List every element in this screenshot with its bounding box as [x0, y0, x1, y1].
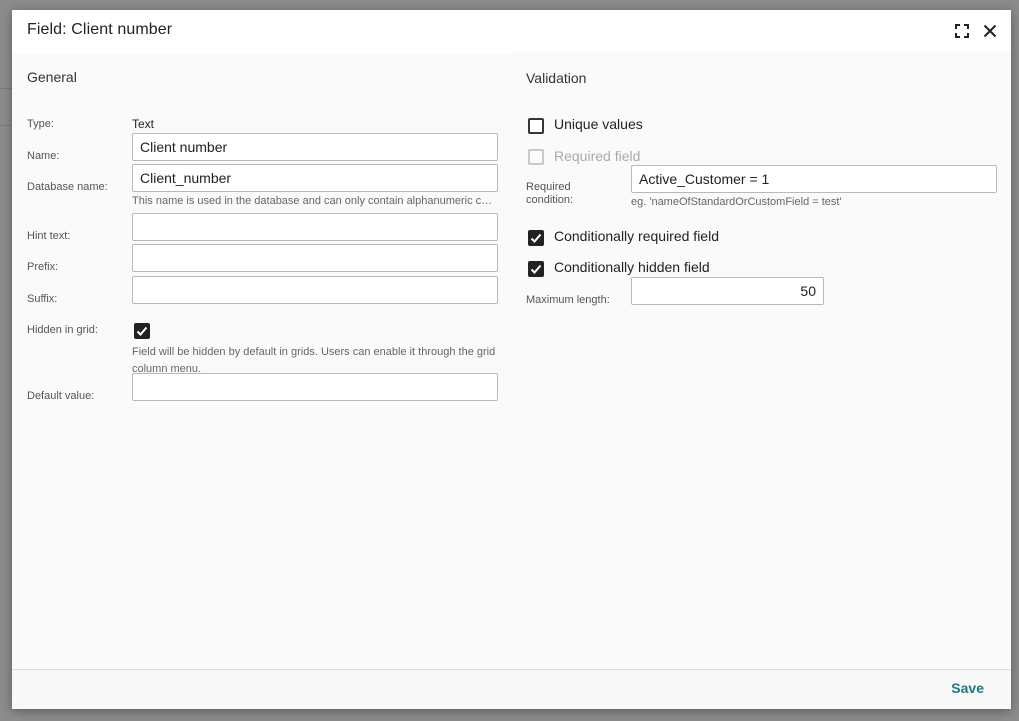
unique-values-label: Unique values — [554, 116, 643, 132]
prefix-label: Prefix: — [27, 261, 59, 273]
check-icon — [136, 326, 148, 336]
required-condition-hint: eg. 'nameOfStandardOrCustomField = test' — [631, 196, 842, 208]
database-name-hint: This name is used in the database and ca… — [132, 195, 498, 207]
backdrop-divider — [0, 125, 12, 126]
database-name-input[interactable] — [132, 164, 498, 192]
conditionally-required-label: Conditionally required field — [554, 228, 719, 244]
dialog-body: General Type: Text Name: Database name: … — [12, 52, 1011, 669]
conditionally-required-checkbox[interactable] — [528, 230, 544, 246]
name-label: Name: — [27, 150, 60, 162]
save-button[interactable]: Save — [951, 680, 984, 696]
required-condition-input[interactable] — [631, 165, 997, 193]
prefix-input[interactable] — [132, 244, 498, 272]
maximize-button[interactable] — [952, 21, 972, 41]
required-field-checkbox[interactable] — [528, 149, 544, 165]
general-section-title: General — [27, 69, 77, 85]
hint-text-input[interactable] — [132, 213, 498, 241]
suffix-input[interactable] — [132, 276, 498, 304]
backdrop-divider — [0, 88, 12, 89]
dialog-header: Field: Client number — [12, 10, 1011, 52]
required-condition-label: Required condition: — [526, 181, 573, 207]
check-icon — [530, 264, 542, 274]
validation-section-title: Validation — [526, 70, 587, 86]
unique-values-checkbox[interactable] — [528, 118, 544, 134]
required-condition-label-line2: condition: — [526, 194, 574, 206]
default-value-label: Default value: — [27, 390, 95, 402]
dialog-footer: Save — [12, 669, 1011, 709]
close-icon — [983, 24, 997, 38]
close-button[interactable] — [980, 21, 1000, 41]
suffix-label: Suffix: — [27, 293, 58, 305]
hint-text-label: Hint text: — [27, 230, 71, 242]
dialog-title: Field: Client number — [27, 21, 173, 38]
maximum-length-label: Maximum length: — [526, 294, 610, 306]
type-value: Text — [132, 117, 155, 131]
name-input[interactable] — [132, 133, 498, 161]
default-value-input[interactable] — [132, 373, 498, 401]
hidden-in-grid-checkbox[interactable] — [134, 323, 150, 339]
required-condition-label-line1: Required — [526, 181, 571, 193]
hidden-in-grid-label: Hidden in grid: — [27, 324, 98, 336]
type-label: Type: — [27, 118, 54, 130]
conditionally-hidden-checkbox[interactable] — [528, 261, 544, 277]
conditionally-hidden-label: Conditionally hidden field — [554, 259, 710, 275]
required-field-label: Required field — [554, 148, 641, 164]
body-divider — [12, 52, 512, 54]
maximum-length-input[interactable] — [631, 277, 824, 305]
maximize-icon — [955, 24, 969, 38]
field-dialog: Field: Client number General Type: Text … — [12, 10, 1011, 709]
check-icon — [530, 233, 542, 243]
database-name-label: Database name: — [27, 181, 108, 193]
